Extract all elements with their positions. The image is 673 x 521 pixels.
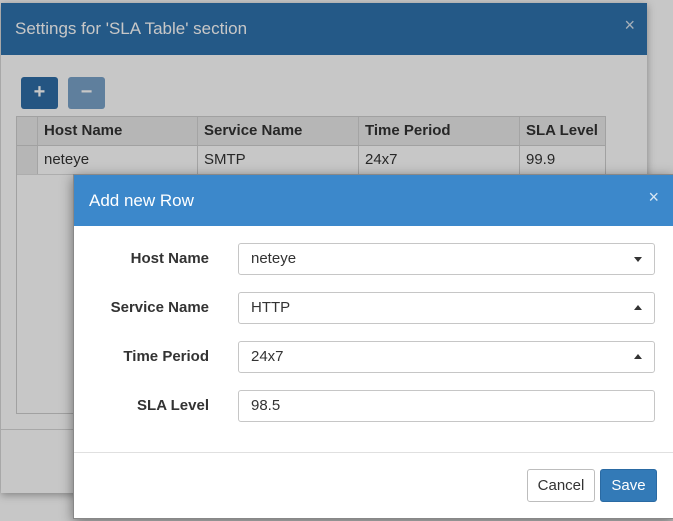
host-name-label: Host Name bbox=[130, 250, 209, 267]
chevron-up-icon bbox=[634, 305, 642, 310]
service-name-label: Service Name bbox=[110, 299, 209, 316]
modal-title: Add new Row bbox=[89, 191, 194, 210]
service-name-select[interactable]: HTTP bbox=[238, 292, 655, 324]
time-period-value: 24x7 bbox=[251, 348, 284, 365]
time-period-label: Time Period bbox=[123, 348, 209, 365]
add-row-modal: Add new Row × Host Name neteye Service N… bbox=[73, 174, 673, 519]
close-icon[interactable]: × bbox=[648, 187, 659, 208]
host-name-select[interactable]: neteye bbox=[238, 243, 655, 275]
sla-level-value: 98.5 bbox=[251, 397, 281, 414]
time-period-select[interactable]: 24x7 bbox=[238, 341, 655, 373]
service-name-value: HTTP bbox=[251, 299, 291, 316]
add-row-modal-header: Add new Row × bbox=[74, 175, 673, 226]
sla-level-label: SLA Level bbox=[137, 397, 209, 414]
modal-footer-divider bbox=[74, 452, 673, 453]
sla-level-input[interactable]: 98.5 bbox=[238, 390, 655, 422]
chevron-down-icon bbox=[634, 257, 642, 262]
save-button[interactable]: Save bbox=[600, 469, 657, 502]
chevron-up-icon bbox=[634, 354, 642, 359]
host-name-value: neteye bbox=[251, 250, 297, 267]
cancel-button[interactable]: Cancel bbox=[527, 469, 595, 502]
